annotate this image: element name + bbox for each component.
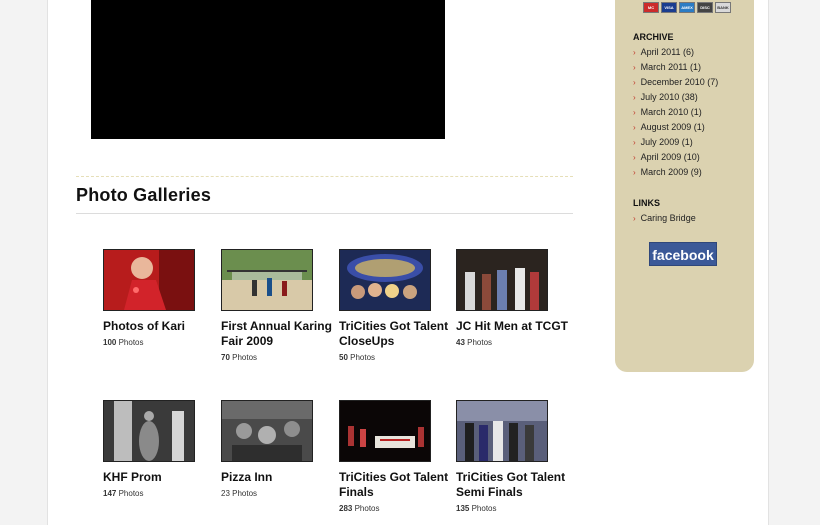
gallery-item[interactable]: KHF Prom 147 Photos [103, 400, 213, 498]
facebook-button[interactable]: facebook [649, 242, 717, 266]
title-underline [76, 213, 573, 214]
archive-item[interactable]: › April 2009 (10) [633, 150, 718, 165]
chevron-right-icon: › [633, 48, 636, 57]
page-title: Photo Galleries [76, 185, 212, 205]
photo-count: 135 Photos [456, 504, 497, 513]
bank-icon: BANK [715, 2, 731, 13]
gallery-item[interactable]: Photos of Kari 100 Photos [103, 249, 213, 347]
archive-item[interactable]: › April 2011 (6) [633, 45, 718, 60]
photo-count: 283 Photos [339, 504, 380, 513]
archive-item[interactable]: › August 2009 (1) [633, 120, 718, 135]
archive-heading: ARCHIVE [633, 32, 674, 42]
amex-icon: AMEX [679, 2, 695, 13]
gallery-title[interactable]: TriCities Got Talent Semi Finals [456, 470, 571, 500]
gallery-thumbnail[interactable] [221, 400, 313, 462]
gallery-thumbnail[interactable] [456, 400, 548, 462]
gallery-item[interactable]: TriCities Got Talent Finals 283 Photos [339, 400, 449, 513]
gallery-thumbnail[interactable] [103, 400, 195, 462]
gallery-item[interactable]: Pizza Inn 23 Photos [221, 400, 331, 498]
gallery-title[interactable]: Photos of Kari [103, 319, 218, 334]
archive-item[interactable]: › July 2010 (38) [633, 90, 718, 105]
archive-item[interactable]: › December 2010 (7) [633, 75, 718, 90]
photo-count: 50 Photos [339, 353, 376, 362]
gallery-title[interactable]: KHF Prom [103, 470, 218, 485]
payment-icons: MC VISA AMEX DISC BANK [643, 2, 731, 13]
archive-item[interactable]: › March 2010 (1) [633, 105, 718, 120]
chevron-right-icon: › [633, 108, 636, 117]
gallery-title[interactable]: TriCities Got Talent CloseUps [339, 319, 454, 349]
archive-item[interactable]: › July 2009 (1) [633, 135, 718, 150]
gallery-thumbnail[interactable] [103, 249, 195, 311]
chevron-right-icon: › [633, 153, 636, 162]
photo-count: 100 Photos [103, 338, 144, 347]
chevron-right-icon: › [633, 63, 636, 72]
archive-list: › April 2011 (6) › March 2011 (1) › Decembe… [633, 45, 718, 180]
photo-count: 147 Photos [103, 489, 144, 498]
discover-icon: DISC [697, 2, 713, 13]
archive-item[interactable]: › March 2009 (9) [633, 165, 718, 180]
gallery-thumbnail[interactable] [221, 249, 313, 311]
gallery-thumbnail[interactable] [456, 249, 548, 311]
archive-item[interactable]: › March 2011 (1) [633, 60, 718, 75]
mastercard-icon: MC [643, 2, 659, 13]
video-player[interactable] [91, 0, 445, 139]
links-heading: LINKS [633, 198, 660, 208]
chevron-right-icon: › [633, 78, 636, 87]
gallery-item[interactable]: First Annual Karing Fair 2009 70 Photos [221, 249, 332, 362]
gallery-title[interactable]: Pizza Inn [221, 470, 336, 485]
gallery-item[interactable]: TriCities Got Talent CloseUps 50 Photos [339, 249, 449, 362]
chevron-right-icon: › [633, 123, 636, 132]
gallery-title[interactable]: TriCities Got Talent Finals [339, 470, 454, 500]
gallery-title[interactable]: JC Hit Men at TCGT [456, 319, 571, 334]
gallery-item[interactable]: JC Hit Men at TCGT 43 Photos [456, 249, 568, 347]
photo-count: 43 Photos [456, 338, 493, 347]
photo-count: 70 Photos [221, 353, 258, 362]
link-item[interactable]: › Caring Bridge [633, 211, 696, 226]
chevron-right-icon: › [633, 93, 636, 102]
sidebar: MC VISA AMEX DISC BANK ARCHIVE › April 20… [615, 0, 754, 372]
links-list: › Caring Bridge [633, 211, 696, 226]
photo-count: 23 Photos [221, 489, 258, 498]
gallery-title[interactable]: First Annual Karing Fair 2009 [221, 319, 336, 349]
chevron-right-icon: › [633, 138, 636, 147]
gallery-thumbnail[interactable] [339, 400, 431, 462]
gallery-thumbnail[interactable] [339, 249, 431, 311]
section-divider [76, 176, 573, 177]
chevron-right-icon: › [633, 214, 636, 223]
visa-icon: VISA [661, 2, 677, 13]
chevron-right-icon: › [633, 168, 636, 177]
gallery-item[interactable]: TriCities Got Talent Semi Finals 135 Pho… [456, 400, 566, 513]
